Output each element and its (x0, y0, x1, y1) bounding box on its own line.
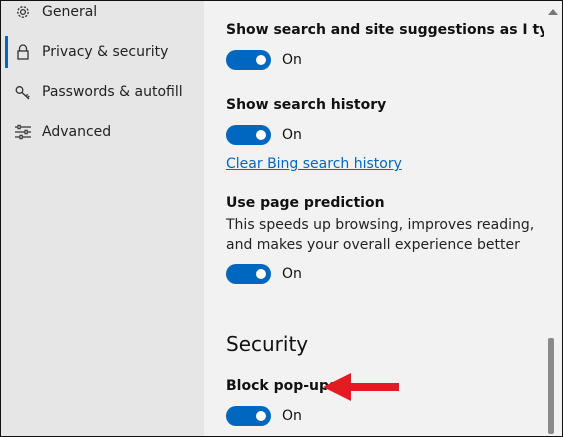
toggle-state-label: On (282, 266, 302, 282)
key-icon (14, 83, 32, 101)
sidebar-item-label: General (42, 4, 98, 20)
sidebar-item-label: Advanced (42, 124, 112, 140)
sidebar-item-label: Privacy & security (42, 44, 169, 60)
search-suggestions-setting: On (226, 50, 302, 70)
toggle-state-label: On (282, 52, 302, 68)
toggle-knob (256, 130, 266, 140)
toggle-state-label: On (282, 408, 302, 424)
toggle-knob (256, 55, 266, 65)
toggle-state-label: On (282, 127, 302, 143)
search-history-setting: On (226, 125, 302, 145)
block-popups-setting: On (226, 406, 302, 426)
block-popups-title: Block pop-ups (226, 378, 338, 394)
block-popups-toggle[interactable] (226, 406, 271, 426)
gear-icon (14, 3, 32, 21)
vertical-scrollbar[interactable] (544, 1, 562, 436)
sidebar-item-privacy-security[interactable]: Privacy & security (1, 32, 204, 72)
search-suggestions-toggle[interactable] (226, 50, 271, 70)
sidebar-item-label: Passwords & autofill (42, 84, 183, 100)
scrollbar-thumb[interactable] (548, 338, 554, 434)
page-prediction-description: This speeds up browsing, improves readin… (226, 217, 535, 253)
sidebar-item-passwords-autofill[interactable]: Passwords & autofill (1, 72, 204, 112)
annotation-arrow-icon (323, 373, 399, 401)
active-indicator (5, 36, 8, 68)
sidebar-item-advanced[interactable]: Advanced (1, 112, 204, 152)
scroll-up-icon[interactable] (548, 7, 558, 17)
sidebar-item-general[interactable]: General (1, 1, 204, 32)
page-prediction-toggle[interactable] (226, 264, 271, 284)
search-history-title: Show search history (226, 97, 387, 113)
settings-sidebar: General Privacy & security Passwords & a… (1, 1, 204, 436)
toggle-knob (256, 411, 266, 421)
search-suggestions-title: Show search and site suggestions as I ty… (226, 22, 563, 38)
search-history-toggle[interactable] (226, 125, 271, 145)
security-section-heading: Security (226, 332, 309, 356)
page-prediction-setting: On (226, 264, 302, 284)
clear-bing-search-history-link[interactable]: Clear Bing search history (226, 156, 402, 172)
toggle-knob (256, 269, 266, 279)
lock-icon (14, 43, 32, 61)
settings-window: General Privacy & security Passwords & a… (0, 0, 563, 437)
sliders-icon (14, 123, 32, 141)
privacy-settings-pane: Show search and site suggestions as I ty… (204, 1, 562, 436)
page-prediction-title: Use page prediction (226, 195, 385, 211)
